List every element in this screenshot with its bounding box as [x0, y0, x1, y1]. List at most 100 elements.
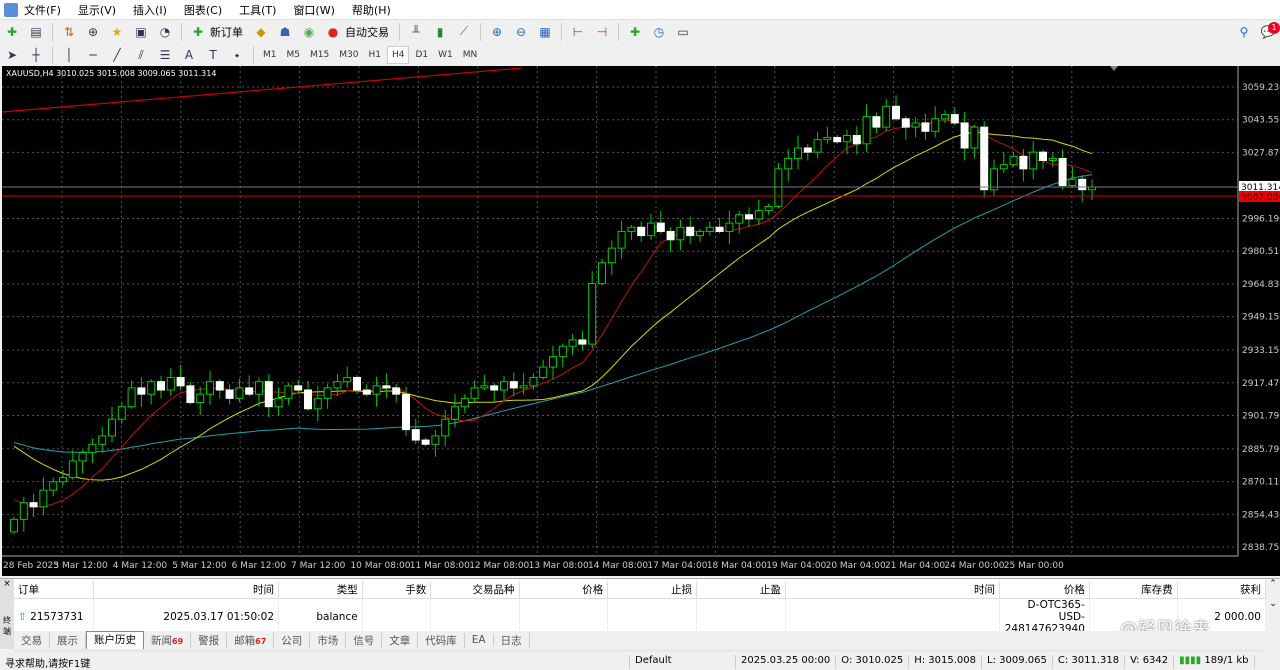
vertical-line-icon[interactable]: │	[59, 45, 79, 65]
bull-candle	[588, 283, 597, 345]
tab-8[interactable]: 信号	[346, 632, 383, 648]
bear-candle	[745, 214, 753, 220]
bull-candle	[235, 387, 244, 399]
tab-11[interactable]: EA	[465, 634, 494, 646]
tf-m5[interactable]: M5	[283, 47, 305, 63]
bear-candle	[225, 389, 234, 399]
column-header[interactable]: 价格	[999, 581, 1090, 599]
price-chart[interactable]: 3059.230 3043.550 3027.870 2996.190 2980.510…	[2, 66, 1280, 576]
crosshair-icon[interactable]: ┼	[26, 45, 46, 65]
tab-4[interactable]: 警报	[191, 632, 228, 648]
horizontal-line-icon[interactable]: ─	[83, 45, 103, 65]
menu-view[interactable]: 显示(V)	[78, 2, 116, 18]
bull-candle	[108, 418, 116, 437]
cursor-icon[interactable]: ➤	[2, 45, 22, 65]
bull-candle	[568, 339, 577, 347]
price-tick-label: 2949.150	[1242, 313, 1280, 323]
auto-trading-icon[interactable]: ●	[323, 22, 343, 42]
tf-m1[interactable]: M1	[259, 47, 281, 63]
column-header[interactable]: 类型	[278, 581, 363, 599]
channel-icon[interactable]: ⫽	[131, 45, 151, 65]
line-chart-icon[interactable]: ⟋	[454, 22, 474, 42]
column-header[interactable]: 库存费	[1089, 581, 1178, 599]
column-header[interactable]: 时间	[785, 581, 1000, 599]
menu-window[interactable]: 窗口(W)	[293, 2, 334, 18]
tf-mn[interactable]: MN	[459, 47, 482, 63]
new-order-icon[interactable]: ✚	[188, 22, 208, 42]
menu-tools[interactable]: 工具(T)	[239, 2, 276, 18]
price-tick-label: 2933.150	[1242, 346, 1280, 356]
chart-header: XAUUSD,H4 3010.025 3015.008 3009.065 301…	[6, 69, 217, 78]
tab-3[interactable]: 新闻69	[144, 632, 192, 648]
templates-icon[interactable]: ▭	[673, 22, 693, 42]
signals-icon[interactable]: ◉	[299, 22, 319, 42]
column-header[interactable]: 价格	[519, 581, 609, 599]
shapes-icon[interactable]: ⬩	[227, 45, 247, 65]
periods-icon[interactable]: ◷	[649, 22, 669, 42]
search-icon[interactable]: ⚲	[1234, 22, 1254, 42]
market-watch-icon[interactable]: ⇅	[59, 22, 79, 42]
bear-candle	[29, 502, 38, 508]
tf-d1[interactable]: D1	[411, 47, 432, 63]
column-header[interactable]: 时间	[93, 581, 280, 599]
profiles-icon[interactable]: ▤	[26, 22, 46, 42]
bull-candle	[127, 387, 136, 408]
bull-candle	[255, 381, 263, 395]
zoom-in-icon[interactable]: ⊕	[487, 22, 507, 42]
tab-0[interactable]: 交易	[14, 632, 50, 648]
column-header[interactable]: 止损	[607, 581, 698, 599]
menu-insert[interactable]: 插入(I)	[133, 2, 167, 18]
candlestick-icon[interactable]: ▮	[430, 22, 450, 42]
tf-h4[interactable]: H4	[386, 46, 410, 64]
column-header[interactable]: 止盈	[696, 581, 786, 599]
notifications-icon[interactable]: 💬 1	[1258, 21, 1280, 42]
tab-2[interactable]: 账户历史	[86, 631, 144, 649]
tab-10[interactable]: 代码库	[418, 632, 465, 648]
table-row[interactable]: ⇧ 21573731 2025.03.17 01:50:02 balance D-OT…	[14, 598, 1267, 635]
tf-h1[interactable]: H1	[364, 47, 385, 63]
terminal-close-icon[interactable]: ×	[0, 579, 14, 589]
auto-trading-button[interactable]: 自动交易	[345, 24, 389, 40]
bull-candle	[460, 397, 469, 408]
menu-file[interactable]: 文件(F)	[24, 2, 61, 18]
tab-label: 日志	[500, 634, 522, 647]
new-chart-icon[interactable]: ✚	[2, 22, 22, 42]
chart-shift-icon[interactable]: ⊣	[592, 22, 612, 42]
text-icon[interactable]: A	[179, 45, 199, 65]
tab-1[interactable]: 展示	[50, 632, 86, 648]
tab-9[interactable]: 文章	[382, 632, 419, 648]
navigator-icon[interactable]: ★	[107, 22, 127, 42]
tab-12[interactable]: 日志	[494, 632, 530, 648]
tab-5[interactable]: 邮箱67	[227, 632, 275, 648]
column-header[interactable]: 交易品种	[430, 581, 520, 599]
cell: D-OTC365-USD-248147623940	[999, 598, 1090, 635]
metaeditor-icon[interactable]: ◆	[251, 22, 271, 42]
fibonacci-icon[interactable]: ☰	[155, 45, 175, 65]
column-header[interactable]: 订单	[14, 581, 94, 599]
table-scrollbar[interactable]: ⌃ ⌄	[1266, 579, 1280, 631]
menu-charts[interactable]: 图表(C)	[184, 2, 222, 18]
bull-candle	[725, 222, 734, 232]
tester-icon[interactable]: ◔	[155, 22, 175, 42]
autoscroll-icon[interactable]: ⊢	[568, 22, 588, 42]
new-order-button[interactable]: 新订单	[210, 24, 243, 40]
bull-candle	[558, 345, 567, 358]
tf-m30[interactable]: M30	[335, 47, 362, 63]
indicators-icon[interactable]: ✚	[625, 22, 645, 42]
tf-w1[interactable]: W1	[434, 47, 457, 63]
zoom-out-icon[interactable]: ⊖	[511, 22, 531, 42]
bar-chart-icon[interactable]: ╨	[406, 22, 426, 42]
column-header[interactable]: 获利	[1177, 581, 1267, 599]
terminal-icon[interactable]: ▣	[131, 22, 151, 42]
tf-m15[interactable]: M15	[306, 47, 333, 63]
data-window-icon[interactable]: ⊕	[83, 22, 103, 42]
column-header[interactable]: 手数	[362, 581, 432, 599]
tile-windows-icon[interactable]: ▦	[535, 22, 555, 42]
trendline-icon[interactable]: ╱	[107, 45, 127, 65]
tab-6[interactable]: 公司	[274, 632, 311, 648]
tab-7[interactable]: 市场	[310, 632, 347, 648]
menu-help[interactable]: 帮助(H)	[352, 2, 391, 18]
bull-candle	[431, 435, 440, 445]
text-label-icon[interactable]: T	[203, 45, 223, 65]
community-icon[interactable]: ☗	[275, 22, 295, 42]
